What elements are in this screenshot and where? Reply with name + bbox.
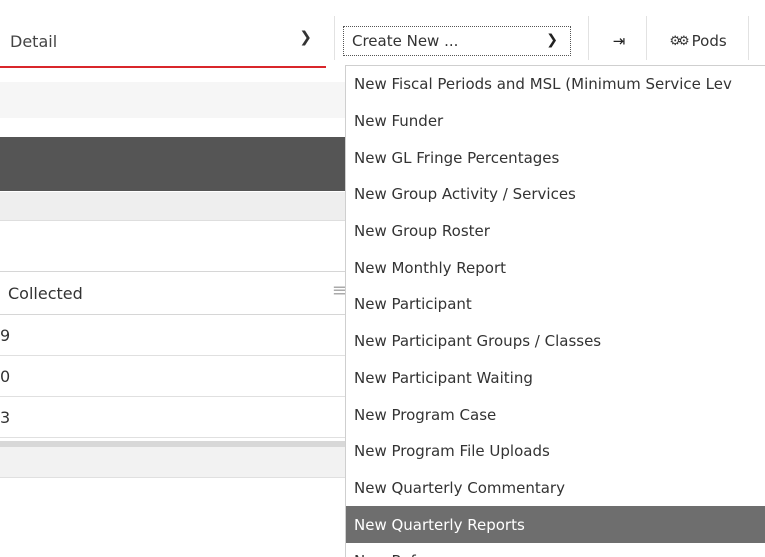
create-new-dropdown-list: New Fiscal Periods and MSL (Minimum Serv… [345, 65, 765, 557]
dropdown-option[interactable]: New Participant Groups / Classes [346, 323, 765, 360]
toolbar-divider [646, 16, 647, 60]
table-header: Collected ≡ [0, 271, 347, 315]
toolbar-divider [588, 16, 589, 60]
table-footer [0, 447, 345, 478]
dropdown-option[interactable]: New Reference [346, 543, 765, 557]
dropdown-option[interactable]: New GL Fringe Percentages [346, 139, 765, 176]
table-cell: 0 [0, 366, 11, 386]
dropdown-option[interactable]: New Program Case [346, 396, 765, 433]
table-row[interactable]: 0 [0, 356, 345, 397]
table-cell: 9 [0, 325, 11, 345]
pods-label: Pods [691, 32, 727, 50]
column-header-collected[interactable]: Collected [8, 284, 83, 303]
dropdown-option[interactable]: New Program File Uploads [346, 433, 765, 470]
detail-view-select[interactable]: Detail ❯ [0, 16, 326, 68]
grid-toolbar [0, 192, 345, 221]
dropdown-option[interactable]: New Participant Waiting [346, 360, 765, 397]
data-table: Collected ≡ 9 0 3 [0, 271, 347, 478]
dropdown-option[interactable]: New Participant [346, 286, 765, 323]
section-header-bar [0, 137, 345, 191]
logout-button[interactable]: ⇥ [596, 24, 642, 58]
table-row[interactable]: 3 [0, 397, 345, 438]
sign-out-icon: ⇥ [612, 32, 626, 50]
create-select-label: Create New ... [352, 32, 459, 50]
dropdown-option[interactable]: New Monthly Report [346, 249, 765, 286]
dropdown-option[interactable]: New Quarterly Reports [346, 506, 765, 543]
dropdown-option[interactable]: New Fiscal Periods and MSL (Minimum Serv… [346, 66, 765, 103]
table-cell: 3 [0, 407, 11, 427]
gears-icon: ⚙⚙ [669, 33, 689, 49]
dropdown-option[interactable]: New Funder [346, 103, 765, 140]
toolbar-divider [748, 16, 749, 60]
dropdown-option[interactable]: New Quarterly Commentary [346, 470, 765, 507]
toolbar-divider [334, 16, 335, 60]
dropdown-option[interactable]: New Group Roster [346, 213, 765, 250]
table-row[interactable]: 9 [0, 315, 345, 356]
detail-select-label: Detail [10, 31, 58, 51]
pods-button[interactable]: ⚙⚙ Pods [650, 24, 746, 58]
chevron-down-icon: ❯ [546, 32, 558, 48]
create-new-select[interactable]: Create New ... ❯ [343, 26, 571, 56]
dropdown-option[interactable]: New Group Activity / Services [346, 176, 765, 213]
content-band [0, 82, 345, 118]
chevron-down-icon: ❯ [299, 28, 312, 46]
